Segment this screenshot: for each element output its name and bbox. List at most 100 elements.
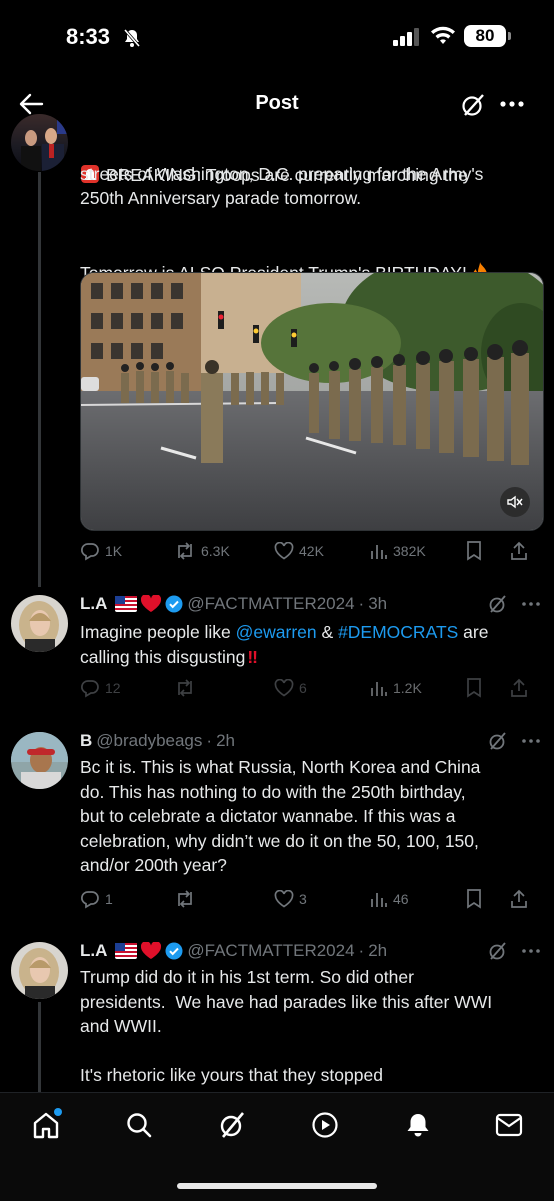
bookmark-button[interactable] [466,678,510,698]
play-circle-icon [312,1112,338,1138]
bell-icon [407,1114,429,1137]
reply-time: 3h [368,594,388,613]
bookmark-button[interactable] [466,541,510,561]
like-button[interactable]: 42K [274,542,370,560]
heart-icon [274,542,294,560]
reply-text: Trump did do it in his 1st term. So did … [80,967,493,1085]
author-avatar[interactable] [11,114,68,171]
tab-grok[interactable] [218,1110,246,1140]
reply-count: 1K [105,543,123,559]
reply-grok-button[interactable] [488,731,508,751]
post-video[interactable] [80,272,544,531]
reply-avatar[interactable] [11,942,68,999]
like-button[interactable]: 3 [274,890,370,908]
post-actions: 1K 6.3K 42K 382K [80,539,542,563]
views-icon [371,893,387,907]
reply-author-handle[interactable]: @FACTMATTER2024 [187,941,354,961]
like-count: 3 [299,891,307,907]
views-button[interactable]: 382K [370,542,466,560]
bookmark-icon [467,678,481,698]
like-count: 6 [299,680,307,696]
double-exclamation-emoji: ‼ [247,647,258,667]
views-button[interactable]: 1.2K [370,679,466,697]
share-button[interactable] [510,541,528,561]
home-indicator [177,1183,377,1189]
reply-button[interactable]: 1K [80,541,174,561]
battery-level: 80 [475,26,495,45]
reply-avatar[interactable] [11,595,68,652]
reply-author-handle[interactable]: @bradybeags [96,731,202,751]
share-icon [511,541,527,560]
views-count: 382K [393,543,426,559]
grok-icon [462,94,484,116]
more-options-button[interactable] [500,101,524,107]
reply-time: 2h [368,941,388,960]
reply-author-name[interactable]: L.A [80,941,107,961]
reply-grok-button[interactable] [488,594,508,614]
repost-button[interactable] [174,678,274,698]
post-text-line3: 250th Anniversary parade tomorrow. [80,188,362,208]
mention-link[interactable]: @ewarren [236,622,317,642]
grok-button[interactable] [460,92,486,118]
mute-button[interactable] [500,487,530,517]
red-heart-emoji [141,942,162,960]
reply-icon [81,543,99,561]
reply-actions: 1 3 46 [80,887,542,911]
verified-badge-icon [165,942,183,960]
more-icon [522,739,540,743]
reply-more-button[interactable] [522,602,540,606]
tab-home[interactable] [32,1108,62,1139]
us-flag-emoji [115,943,138,959]
reply-avatar[interactable] [11,732,68,789]
reply-icon [81,891,99,909]
share-button[interactable] [510,678,528,698]
verified-badge-icon [165,595,183,613]
reply-time: 2h [216,731,235,750]
reply-actions: 12 6 1.2K [80,676,542,700]
tab-video[interactable] [311,1111,339,1139]
views-button[interactable]: 46 [370,890,466,908]
reply-author-name[interactable]: L.A [80,594,107,614]
reply-button[interactable]: 1 [80,889,174,909]
thread-line [38,1002,41,1092]
thread-line [38,172,41,587]
views-count: 46 [393,891,409,907]
reply-button[interactable]: 12 [80,678,174,698]
mail-icon [495,1113,523,1137]
repost-button[interactable]: 6.3K [174,541,274,561]
tab-notifications[interactable] [404,1111,432,1139]
reply-author-row: L.A @FACTMATTER2024 · 2h [80,941,388,961]
hashtag-link[interactable]: #DEMOCRATS [338,622,458,642]
reply-author-name[interactable]: B [80,731,92,751]
reply-more-button[interactable] [522,739,540,743]
share-button[interactable] [510,889,528,909]
share-icon [511,678,527,697]
reply-text: Bc it is. This is what Russia, North Kor… [80,757,481,875]
heart-icon [274,679,294,697]
repost-button[interactable] [174,889,274,909]
like-button[interactable]: 6 [274,679,370,697]
heart-icon [274,890,294,908]
reply-author-handle[interactable]: @FACTMATTER2024 [187,594,354,614]
bookmark-button[interactable] [466,889,510,909]
reply-grok-button[interactable] [488,941,508,961]
us-flag-emoji [115,596,138,612]
bookmark-icon [467,889,481,909]
reply-text: Imagine people like @ewarren & #DEMOCRAT… [80,622,489,642]
wifi-icon [430,26,456,46]
reply-more-button[interactable] [522,949,540,953]
search-icon [127,1113,152,1138]
share-icon [511,889,527,908]
bottom-tab-bar [0,1092,554,1201]
bookmark-icon [467,541,481,561]
mute-icon [507,495,523,509]
more-icon [500,101,524,107]
views-count: 1.2K [393,680,422,696]
tab-search[interactable] [125,1111,153,1139]
battery-icon: 80 [464,25,506,47]
grok-icon [489,732,506,750]
tab-messages[interactable] [495,1112,523,1138]
more-icon [522,602,540,606]
grok-icon [489,942,506,960]
like-count: 42K [299,543,324,559]
